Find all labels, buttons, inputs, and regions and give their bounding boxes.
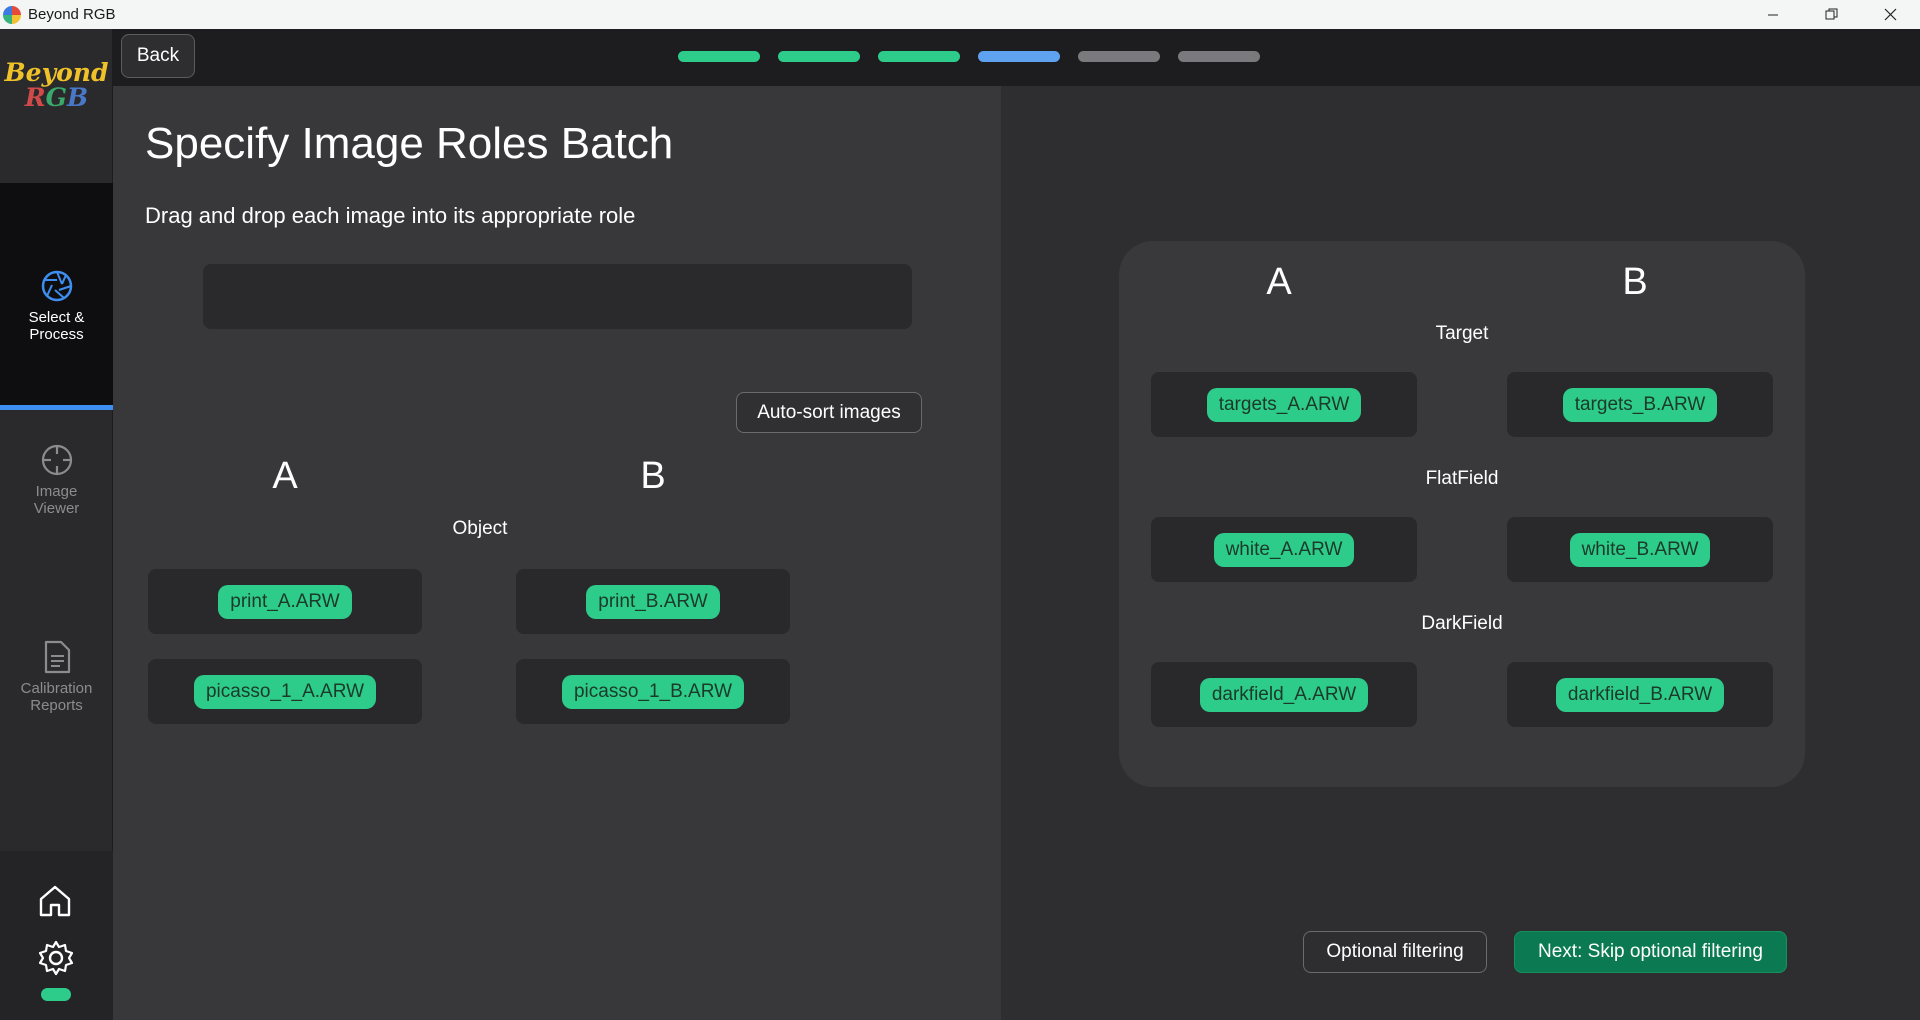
- image-chip[interactable]: white_A.ARW: [1213, 532, 1355, 567]
- role-label-object: Object: [452, 518, 508, 539]
- image-chip[interactable]: print_A.ARW: [218, 584, 352, 619]
- page-title: Specify Image Roles Batch: [145, 119, 674, 168]
- optional-filtering-button[interactable]: Optional filtering: [1303, 931, 1487, 973]
- image-pool-panel: Specify Image Roles Batch Drag and drop …: [113, 86, 1001, 1020]
- sidebar-item-label: Select &: [28, 309, 85, 326]
- aperture-icon: [41, 270, 72, 302]
- role-slot[interactable]: targets_A.ARW: [1151, 372, 1417, 437]
- sidebar-item-label: Viewer: [33, 500, 80, 517]
- progress-step: [878, 51, 960, 62]
- role-slot[interactable]: print_B.ARW: [516, 569, 790, 634]
- minimize-icon[interactable]: [1743, 0, 1802, 29]
- window-title: Beyond RGB: [28, 6, 116, 23]
- sidebar-item-label: Calibration: [20, 680, 93, 697]
- title-bar: Beyond RGB: [0, 0, 1920, 29]
- auto-sort-button[interactable]: Auto-sort images: [736, 392, 922, 433]
- column-header-b: B: [640, 455, 666, 497]
- sidebar: Beyond RGB Select & Process Image Viewer: [0, 29, 113, 1020]
- role-slot[interactable]: white_A.ARW: [1151, 517, 1417, 582]
- sidebar-item-calibration-reports[interactable]: Calibration Reports: [0, 640, 113, 714]
- logo-line2: RGB: [24, 83, 89, 112]
- role-slot[interactable]: picasso_1_B.ARW: [516, 659, 790, 724]
- role-label-flatfield: FlatField: [1425, 468, 1499, 489]
- role-slot[interactable]: darkfield_B.ARW: [1507, 662, 1773, 727]
- image-chip[interactable]: white_B.ARW: [1569, 532, 1711, 567]
- active-indicator: [0, 405, 113, 410]
- home-icon[interactable]: [37, 883, 73, 919]
- sidebar-item-select-process[interactable]: Select & Process: [0, 183, 113, 410]
- role-slot[interactable]: print_A.ARW: [148, 569, 422, 634]
- restore-icon[interactable]: [1802, 0, 1861, 29]
- step-progress: [678, 51, 1260, 62]
- column-header-a: A: [1266, 261, 1292, 303]
- window-controls: [1743, 0, 1920, 29]
- progress-step: [1178, 51, 1260, 62]
- status-indicator: [41, 988, 71, 1001]
- close-icon[interactable]: [1861, 0, 1920, 29]
- image-chip[interactable]: darkfield_A.ARW: [1199, 677, 1369, 712]
- image-chip[interactable]: targets_A.ARW: [1206, 387, 1362, 422]
- progress-step-current: [978, 51, 1060, 62]
- image-chip[interactable]: targets_B.ARW: [1562, 387, 1718, 422]
- reference-roles-panel: A B Target targets_A.ARW targets_B.ARW F…: [1001, 86, 1920, 1020]
- role-slot[interactable]: white_B.ARW: [1507, 517, 1773, 582]
- top-header: Back: [113, 29, 1920, 86]
- progress-step: [778, 51, 860, 62]
- sidebar-item-image-viewer[interactable]: Image Viewer: [0, 443, 113, 517]
- crosshair-icon: [41, 444, 72, 476]
- column-header-b: B: [1622, 261, 1648, 303]
- column-header-a: A: [272, 455, 298, 497]
- reference-roles-card: A B Target targets_A.ARW targets_B.ARW F…: [1119, 241, 1805, 787]
- role-slot[interactable]: darkfield_A.ARW: [1151, 662, 1417, 727]
- next-skip-filtering-button[interactable]: Next: Skip optional filtering: [1514, 931, 1787, 973]
- sidebar-item-label: Reports: [30, 697, 83, 714]
- sidebar-item-label: Image: [35, 483, 78, 500]
- role-slot[interactable]: picasso_1_A.ARW: [148, 659, 422, 724]
- logo: Beyond RGB: [0, 58, 113, 112]
- progress-step: [678, 51, 760, 62]
- back-button[interactable]: Back: [121, 34, 195, 78]
- sidebar-item-label: Process: [29, 326, 84, 343]
- image-chip[interactable]: darkfield_B.ARW: [1555, 677, 1725, 712]
- role-label-target: Target: [1435, 323, 1489, 344]
- app-icon: [3, 5, 21, 24]
- page-subtitle: Drag and drop each image into its approp…: [145, 203, 636, 228]
- unassigned-dropzone[interactable]: [203, 264, 912, 329]
- image-chip[interactable]: picasso_1_A.ARW: [193, 674, 377, 709]
- document-icon: [44, 640, 70, 674]
- role-label-darkfield: DarkField: [1421, 613, 1503, 634]
- gear-icon[interactable]: [37, 939, 75, 977]
- progress-step: [1078, 51, 1160, 62]
- role-slot[interactable]: targets_B.ARW: [1507, 372, 1773, 437]
- image-chip[interactable]: print_B.ARW: [586, 584, 720, 619]
- image-chip[interactable]: picasso_1_B.ARW: [561, 674, 745, 709]
